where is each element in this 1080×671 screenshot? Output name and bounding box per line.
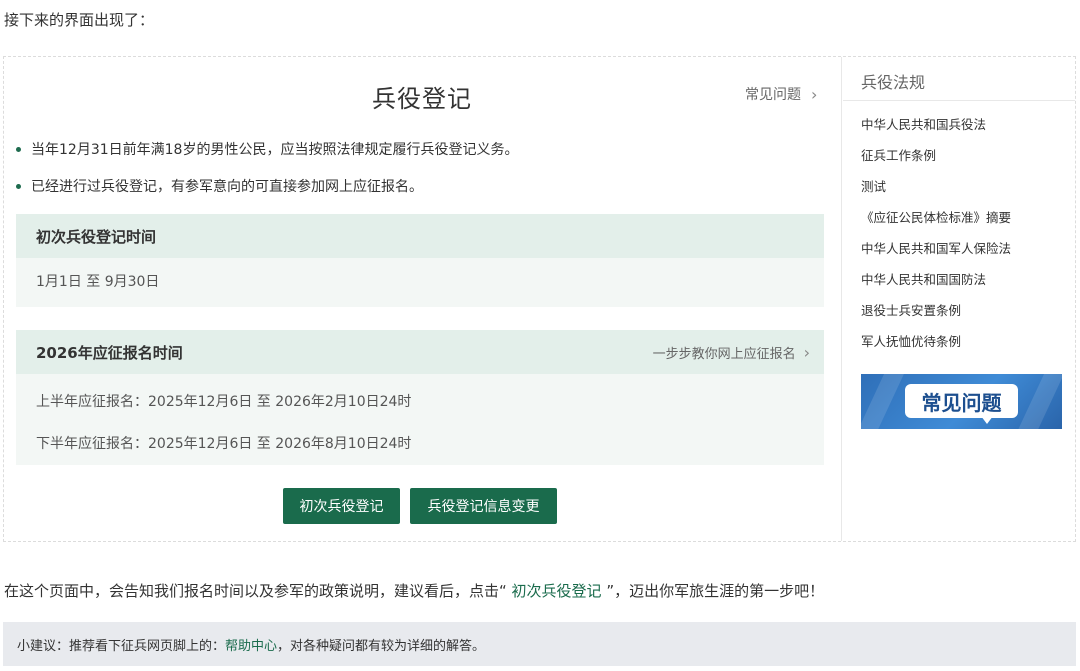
register-inline-link[interactable]: 初次兵役登记 [507,582,607,600]
first-half-period: 上半年应征报名：2025年12月6日 至 2026年2月10日24时 [36,394,412,410]
divider [843,100,1075,101]
screenshot-frame: 兵役登记 常见问题 › 当年12月31日前年满18岁的男性公民，应当按照法律规定… [3,56,1076,542]
faq-link-label: 常见问题 [745,87,801,103]
enlistment-card: 2026年应征报名时间 一步步教你网上应征报名 › 上半年应征报名：2025年1… [16,330,824,465]
tip-text: 小建议：推荐看下征兵网页脚上的： [17,638,226,654]
card-title: 2026年应征报名时间 [36,343,183,362]
outro-text: ”，迈出你军旅生涯的第一步吧！ [606,582,825,600]
registration-period: 1月1日 至 9月30日 [36,274,160,290]
faq-banner[interactable]: 常见问题 [861,374,1062,429]
card-title: 初次兵役登记时间 [36,227,157,246]
speech-tail [981,416,993,424]
card-header: 2026年应征报名时间 一步步教你网上应征报名 › [16,330,824,374]
initial-registration-button[interactable]: 初次兵役登记 [283,488,400,524]
chevron-right-icon: › [811,84,818,104]
article-outro: 在这个页面中，会告知我们报名时间以及参军的政策说明，建议看后，点击“ 初次兵役登… [4,580,824,601]
bullet-text: 已经进行过兵役登记，有参军意向的可直接参加网上应征报名。 [31,179,423,195]
tip-box: 小建议：推荐看下征兵网页脚上的： 帮助中心 ，对各种疑问都有较为详细的解答。 [3,622,1076,666]
law-link[interactable]: 征兵工作条例 [861,146,1011,177]
bullet-dot-icon [16,146,21,152]
bullet-text: 当年12月31日前年满18岁的男性公民，应当按照法律规定履行兵役登记义务。 [31,142,519,158]
article-intro: 接下来的界面出现了： [4,11,155,29]
banner-stripe [1014,374,1062,429]
info-change-button[interactable]: 兵役登记信息变更 [410,488,557,524]
guide-link[interactable]: 一步步教你网上应征报名 › [653,343,810,362]
card-header: 初次兵役登记时间 [16,214,824,258]
bullet-dot-icon [16,183,21,189]
law-link[interactable]: 军人抚恤优待条例 [861,332,1011,363]
help-center-link[interactable]: 帮助中心 [225,635,277,654]
page-title: 兵役登记 [372,85,472,113]
sidebar-title: 兵役法规 [861,73,926,92]
requirement-bullet: 已经进行过兵役登记，有参军意向的可直接参加网上应征报名。 [16,176,423,196]
outro-text: 在这个页面中，会告知我们报名时间以及参军的政策说明，建议看后，点击“ [4,582,507,600]
law-link[interactable]: 中华人民共和国兵役法 [861,115,1011,146]
law-list: 中华人民共和国兵役法 征兵工作条例 测试 《应征公民体检标准》摘要 中华人民共和… [861,115,1011,363]
law-link[interactable]: 测试 [861,177,1011,208]
faq-link[interactable]: 常见问题 › [745,84,817,104]
guide-link-label: 一步步教你网上应征报名 [652,346,796,362]
banner-stripe [861,374,906,429]
second-half-period: 下半年应征报名：2025年12月6日 至 2026年8月10日24时 [36,436,412,452]
first-registration-card: 初次兵役登记时间 1月1日 至 9月30日 [16,214,824,307]
requirement-bullet: 当年12月31日前年满18岁的男性公民，应当按照法律规定履行兵役登记义务。 [16,139,518,159]
chevron-right-icon: › [803,342,810,362]
law-sidebar: 兵役法规 中华人民共和国兵役法 征兵工作条例 测试 《应征公民体检标准》摘要 中… [843,57,1075,541]
law-link[interactable]: 退役士兵安置条例 [861,301,1011,332]
law-link[interactable]: 《应征公民体检标准》摘要 [861,208,1011,239]
law-link[interactable]: 中华人民共和国军人保险法 [861,239,1011,270]
law-link[interactable]: 中华人民共和国国防法 [861,270,1011,301]
registration-panel: 兵役登记 常见问题 › 当年12月31日前年满18岁的男性公民，应当按照法律规定… [4,57,842,541]
faq-banner-label: 常见问题 [905,384,1018,418]
tip-text: ，对各种疑问都有较为详细的解答。 [277,638,486,654]
